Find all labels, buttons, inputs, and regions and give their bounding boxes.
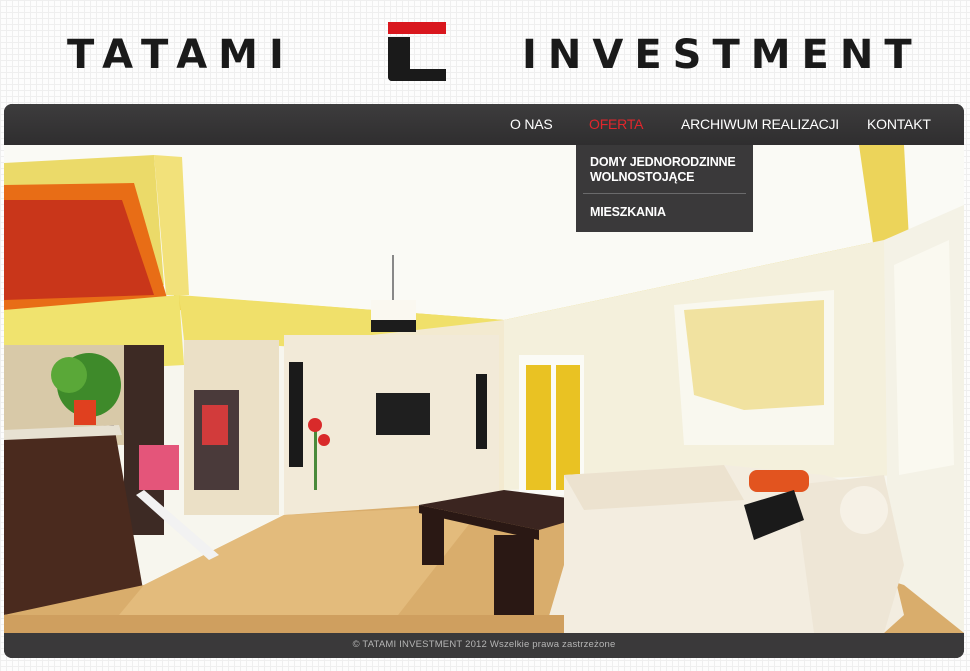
site-footer: © TATAMI INVESTMENT 2012 Wszelkie prawa … bbox=[4, 633, 964, 658]
dropdown-item-line-1: DOMY JEDNORODZINNE bbox=[590, 155, 736, 169]
dropdown-item-line-2: WOLNOSTOJĄCE bbox=[590, 170, 695, 184]
main-navigation: O NAS OFERTA ARCHIWUM REALIZACJI KONTAKT bbox=[4, 104, 964, 145]
tatami-logo-icon[interactable] bbox=[386, 22, 448, 82]
main-frame: O NAS OFERTA ARCHIWUM REALIZACJI KONTAKT bbox=[4, 104, 964, 658]
brand-name-right[interactable]: INVESTMENT bbox=[522, 30, 923, 80]
site-header: TATAMI INVESTMENT bbox=[0, 0, 970, 100]
nav-item-oferta[interactable]: OFERTA bbox=[589, 116, 643, 132]
copyright-text: © TATAMI INVESTMENT 2012 Wszelkie prawa … bbox=[352, 639, 616, 650]
oferta-dropdown-menu: DOMY JEDNORODZINNE WOLNOSTOJĄCE MIESZKAN… bbox=[576, 145, 753, 232]
dropdown-item-mieszkania[interactable]: MIESZKANIA bbox=[590, 205, 666, 220]
hero-interior-photo bbox=[4, 145, 964, 633]
brand-name-left[interactable]: TATAMI bbox=[67, 30, 295, 80]
nav-item-o-nas[interactable]: O NAS bbox=[510, 116, 553, 132]
dropdown-separator bbox=[583, 193, 746, 194]
nav-item-kontakt[interactable]: KONTAKT bbox=[867, 116, 931, 132]
dropdown-item-domy-jednorodzinne[interactable]: DOMY JEDNORODZINNE WOLNOSTOJĄCE bbox=[590, 155, 736, 185]
nav-item-archiwum-realizacji[interactable]: ARCHIWUM REALIZACJI bbox=[681, 116, 839, 132]
